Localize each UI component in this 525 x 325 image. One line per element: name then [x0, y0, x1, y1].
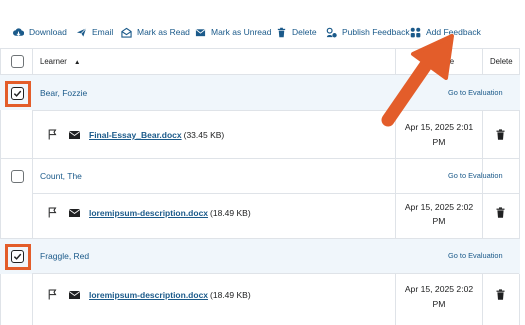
add-feedback-label: Add Feedback: [426, 27, 481, 37]
submission-time-suffix: PM: [432, 137, 446, 147]
toolbar: Download Email Mark as Read Mark as Unre…: [0, 0, 525, 50]
envelope-icon[interactable]: [69, 209, 80, 217]
submission-time-suffix: PM: [432, 216, 446, 226]
row-checkbox[interactable]: [11, 170, 24, 183]
trash-icon[interactable]: [496, 207, 505, 218]
file-link[interactable]: loremipsum-description.docx (18.49 KB): [89, 290, 251, 300]
learner-name-link[interactable]: Fraggle, Red: [40, 251, 89, 261]
trash-icon: [277, 27, 286, 37]
go-to-evaluation-link[interactable]: Go to Evaluation: [448, 171, 503, 180]
download-label: Download: [29, 27, 67, 37]
email-button[interactable]: Email: [76, 24, 113, 40]
checkbox-highlight: [5, 244, 31, 270]
flag-icon[interactable]: [48, 129, 57, 140]
trash-icon[interactable]: [496, 289, 505, 300]
envelope-icon: [195, 28, 206, 36]
submission-file-row: loremipsum-description.docx (18.49 KB) Ap…: [0, 274, 520, 321]
mark-as-unread-label: Mark as Unread: [211, 27, 272, 37]
learner-row: Bear, Fozzie Go to Evaluation: [0, 75, 520, 110]
header-top-border: [0, 48, 519, 49]
go-to-evaluation-link[interactable]: Go to Evaluation: [448, 251, 503, 260]
open-envelope-icon: [121, 27, 132, 38]
publish-feedback-label: Publish Feedback: [342, 27, 410, 37]
sort-ascending-icon: ▲: [74, 59, 81, 66]
delete-column-header: Delete: [490, 57, 513, 66]
mark-as-read-button[interactable]: Mark as Read: [121, 24, 190, 40]
submission-time-suffix: PM: [432, 299, 446, 309]
file-link[interactable]: Final-Essay_Bear.docx (33.45 KB): [89, 130, 224, 140]
flag-icon[interactable]: [48, 207, 57, 218]
submission-file-row: loremipsum-description.docx (18.49 KB) Ap…: [0, 194, 520, 241]
learner-row: Fraggle, Red Go to Evaluation: [0, 239, 520, 274]
learner-name-link[interactable]: Bear, Fozzie: [40, 88, 87, 98]
select-all-checkbox[interactable]: [11, 55, 24, 68]
delete-button[interactable]: Delete: [276, 24, 317, 40]
file-size: (33.45 KB): [183, 130, 225, 140]
add-feedback-button[interactable]: Add Feedback: [410, 24, 481, 40]
send-icon: [76, 27, 87, 37]
submission-date: Apr 15, 2025 2:01: [404, 122, 474, 132]
file-size: (18.49 KB): [210, 290, 251, 300]
submission-date: Apr 15, 2025 2:02: [404, 202, 474, 212]
envelope-icon[interactable]: [69, 131, 80, 139]
publish-icon: [326, 27, 337, 37]
learner-column-header[interactable]: Learner ▲: [40, 57, 80, 66]
submission-file-row: Final-Essay_Bear.docx (33.45 KB) Apr 15, …: [0, 111, 520, 158]
publish-feedback-button[interactable]: Publish Feedback: [326, 24, 410, 40]
flag-icon[interactable]: [48, 289, 57, 300]
download-icon: [13, 27, 24, 36]
submission-date-column-header[interactable]: ion Date: [425, 57, 454, 66]
file-size: (18.49 KB): [210, 208, 251, 218]
mark-as-unread-button[interactable]: Mark as Unread: [195, 24, 271, 40]
delete-label: Delete: [292, 27, 317, 37]
email-label: Email: [92, 27, 114, 37]
submissions-table: Learner ▲ ion Date Delete Bear, Fozzie G…: [0, 48, 525, 325]
trash-icon[interactable]: [496, 129, 505, 140]
add-feedback-icon: [410, 27, 421, 37]
learner-row: Count, The Go to Evaluation: [0, 159, 520, 194]
mark-as-read-label: Mark as Read: [137, 27, 190, 37]
go-to-evaluation-link[interactable]: Go to Evaluation: [448, 88, 503, 97]
file-link[interactable]: loremipsum-description.docx (18.49 KB): [89, 208, 251, 218]
checkbox-highlight: [5, 81, 31, 107]
learner-name-link[interactable]: Count, The: [40, 171, 82, 181]
download-button[interactable]: Download: [13, 24, 67, 40]
envelope-icon[interactable]: [69, 291, 80, 299]
submission-date: Apr 15, 2025 2:02: [404, 284, 474, 294]
